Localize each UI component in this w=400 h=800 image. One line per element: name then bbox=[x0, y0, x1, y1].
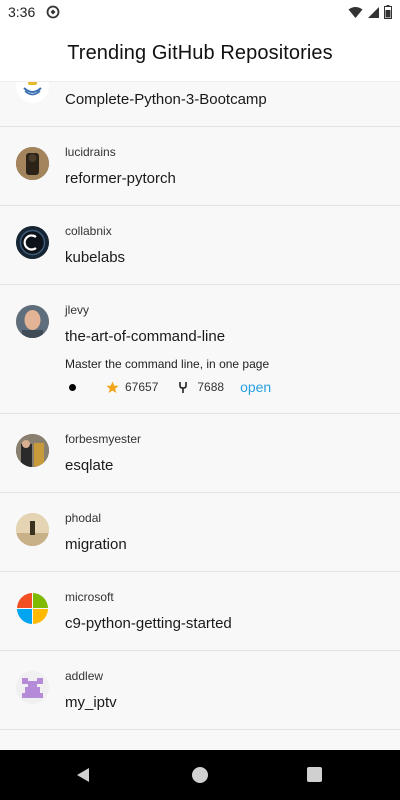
open-link[interactable]: open bbox=[240, 379, 271, 395]
repo-owner: collabnix bbox=[65, 224, 112, 238]
repo-name: kubelabs bbox=[65, 249, 126, 266]
repo-name: migration bbox=[65, 536, 127, 553]
status-time: 3:36 bbox=[8, 4, 36, 20]
repo-owner: phodal bbox=[65, 511, 102, 525]
app-screen: 3:36 Trending GitHub Repositories Comple… bbox=[0, 0, 400, 800]
back-icon[interactable] bbox=[75, 767, 91, 783]
microsoft-logo-avatar bbox=[16, 592, 49, 625]
repo-name: the-art-of-command-line bbox=[65, 328, 226, 345]
photo-avatar bbox=[16, 305, 49, 338]
repo-owner: lucidrains bbox=[65, 145, 116, 159]
signal-icon bbox=[368, 6, 379, 18]
fork-count: 7688 bbox=[197, 380, 225, 394]
list-item[interactable]: collabnix kubelabs bbox=[0, 206, 400, 285]
list-item[interactable]: microsoft c9-python-getting-started bbox=[0, 572, 400, 651]
recent-apps-icon[interactable] bbox=[307, 767, 322, 782]
photo-avatar bbox=[16, 434, 49, 467]
home-icon[interactable] bbox=[192, 767, 208, 783]
photo-avatar bbox=[16, 147, 49, 180]
repo-owner: addlew bbox=[65, 669, 104, 683]
list-item[interactable]: forbesmyester esqlate bbox=[0, 414, 400, 493]
star-icon bbox=[106, 381, 119, 393]
wifi-icon bbox=[348, 6, 363, 18]
language-color-dot bbox=[69, 383, 76, 391]
app-bar: Trending GitHub Repositories bbox=[0, 25, 400, 82]
repo-owner: forbesmyester bbox=[65, 432, 142, 446]
star-count: 67657 bbox=[125, 380, 159, 394]
sync-icon bbox=[46, 5, 60, 19]
status-icons bbox=[348, 5, 392, 19]
repo-owner: jlevy bbox=[65, 303, 90, 317]
list-item[interactable]: addlew my_iptv bbox=[0, 651, 400, 730]
repo-name: c9-python-getting-started bbox=[65, 615, 232, 632]
repo-name: reformer-pytorch bbox=[65, 170, 176, 187]
photo-avatar bbox=[16, 513, 49, 546]
repo-description: Master the command line, in one page bbox=[65, 357, 270, 371]
system-nav-bar bbox=[0, 750, 400, 800]
identicon-avatar bbox=[16, 671, 49, 704]
list-item-expanded[interactable]: jlevy the-art-of-command-line Master the… bbox=[0, 285, 400, 414]
page-title: Trending GitHub Repositories bbox=[67, 41, 333, 64]
repo-stats: 67657 7688 open bbox=[65, 379, 271, 395]
status-bar: 3:36 bbox=[0, 0, 400, 25]
list-item[interactable]: lucidrains reformer-pytorch bbox=[0, 127, 400, 206]
collabnix-logo-avatar bbox=[16, 226, 49, 259]
battery-icon bbox=[384, 5, 392, 19]
repo-list[interactable]: Complete-Python-3-Bootcamp lucidrains re… bbox=[0, 48, 400, 750]
repo-name: my_iptv bbox=[65, 694, 117, 711]
repo-name: esqlate bbox=[65, 457, 114, 474]
repo-owner: microsoft bbox=[65, 590, 114, 604]
list-item[interactable] bbox=[0, 730, 400, 750]
list-item[interactable]: phodal migration bbox=[0, 493, 400, 572]
repo-name: Complete-Python-3-Bootcamp bbox=[65, 91, 267, 108]
fork-icon bbox=[179, 381, 188, 393]
